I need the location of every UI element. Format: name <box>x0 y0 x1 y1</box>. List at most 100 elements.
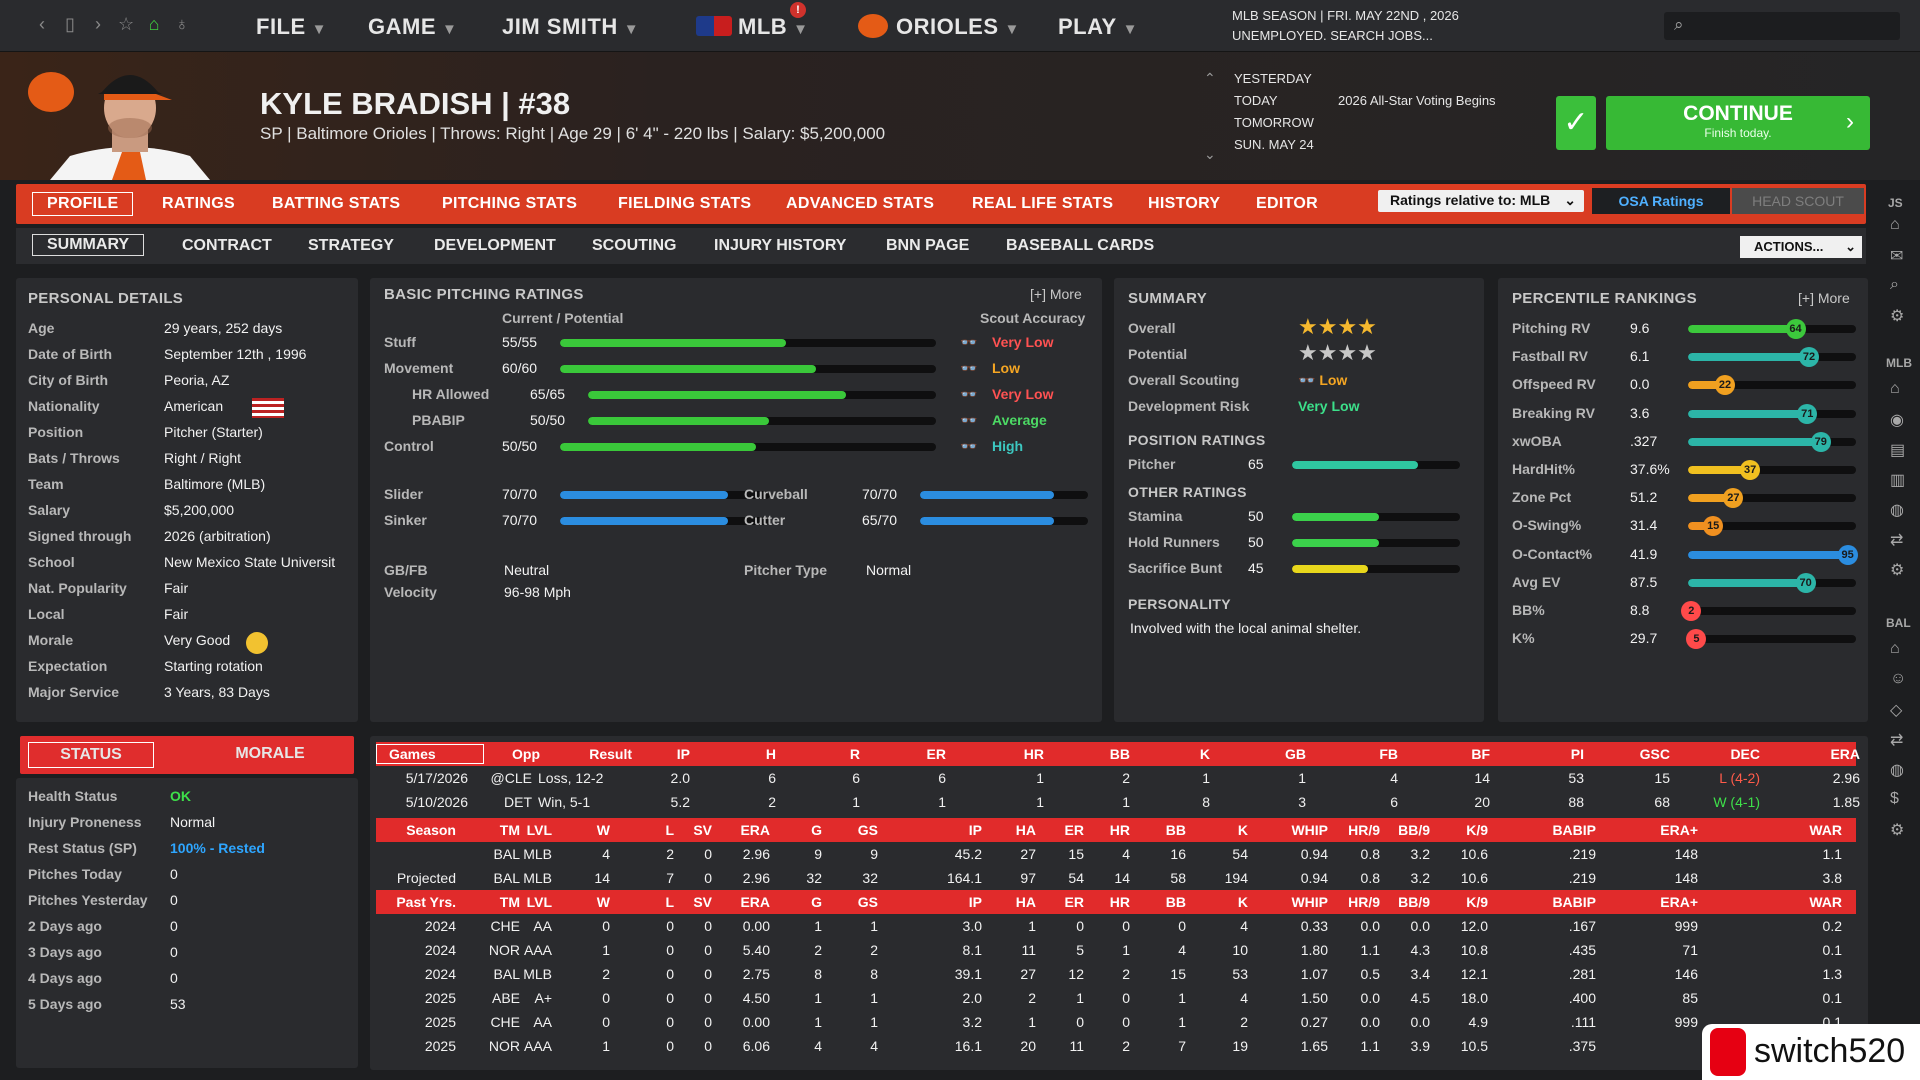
ratings-relative-select[interactable]: Ratings relative to: MLB ⌄ <box>1378 190 1584 212</box>
tab-status[interactable]: STATUS <box>28 742 154 768</box>
tab-advanced-stats[interactable]: ADVANCED STATS <box>786 195 934 213</box>
chart-icon[interactable]: ▥ <box>1890 470 1905 490</box>
home-icon[interactable]: ⌂ <box>1890 640 1900 658</box>
people-icon[interactable]: ☺ <box>1890 670 1906 688</box>
date-yesterday[interactable]: YESTERDAY <box>1234 68 1314 90</box>
tab-summary[interactable]: SUMMARY <box>32 234 145 256</box>
menu-game[interactable]: GAME ▼ <box>368 14 457 40</box>
diamond-icon[interactable]: ◇ <box>1890 700 1902 720</box>
tab-real-life-stats[interactable]: REAL LIFE STATS <box>972 195 1113 213</box>
detail-label: Team <box>28 476 64 492</box>
past-cell: .167 <box>1568 918 1596 934</box>
head-scout-button[interactable]: HEAD SCOUT <box>1732 188 1864 214</box>
location-icon[interactable]: ◉ <box>1890 410 1904 430</box>
more-link[interactable]: [+] More <box>1030 286 1082 302</box>
chevron-up-icon[interactable]: ⌃ <box>1204 70 1216 87</box>
tab-profile[interactable]: PROFILE <box>32 192 134 216</box>
confirm-check-button[interactable]: ✓ <box>1556 96 1596 150</box>
tab-editor[interactable]: EDITOR <box>1256 195 1318 213</box>
menu-team[interactable]: ORIOLES ▼ <box>858 14 1020 40</box>
gear-icon[interactable]: ⚙ <box>1890 820 1904 840</box>
transfer-icon[interactable]: ⇄ <box>1890 730 1903 750</box>
osa-ratings-button[interactable]: OSA Ratings <box>1592 188 1730 214</box>
percentile-label: K% <box>1512 630 1535 647</box>
past-cell: 0.1 <box>1822 942 1842 958</box>
continue-button[interactable]: CONTINUE Finish today. › <box>1606 96 1870 150</box>
dollar-icon[interactable]: $ <box>1890 790 1899 808</box>
binoculars-icon: 👓 <box>960 412 978 428</box>
actions-dropdown[interactable]: ACTIONS... ⌄ <box>1740 236 1862 258</box>
past-cell: 18.0 <box>1460 990 1488 1006</box>
menu-manager[interactable]: JIM SMITH ▼ <box>502 14 639 40</box>
detail-value: Fair <box>164 580 189 596</box>
past-col-header: BB <box>1165 894 1186 910</box>
pitch-bar-fill <box>920 491 1055 499</box>
tab-batting-stats[interactable]: BATTING STATS <box>272 195 400 213</box>
baseball-icon[interactable]: ◍ <box>1890 760 1904 780</box>
games-col-header: R <box>849 746 860 762</box>
home-icon[interactable]: ⌂ <box>1890 216 1900 234</box>
date-tomorrow[interactable]: TOMORROW <box>1234 112 1314 134</box>
tab-injury-history[interactable]: INJURY HISTORY <box>714 237 846 255</box>
percentile-marker: 95 <box>1837 544 1858 565</box>
tab-pitching-stats[interactable]: PITCHING STATS <box>442 195 577 213</box>
back-icon[interactable]: ‹ <box>34 14 50 35</box>
date-sun[interactable]: SUN. MAY 24 <box>1234 134 1314 156</box>
games-col-header: PI <box>1570 746 1584 762</box>
tab-bnn-page[interactable]: BNN PAGE <box>886 237 969 255</box>
pitch-bar <box>560 491 770 499</box>
gear-icon[interactable]: ⚙ <box>1890 560 1904 580</box>
detail-value: 3 Years, 83 Days <box>164 684 270 700</box>
ratings-select-value: Ratings relative to: MLB <box>1390 192 1551 208</box>
tab-fielding-stats[interactable]: FIELDING STATS <box>618 195 751 213</box>
games-cell: W (4-1) <box>1713 794 1760 810</box>
menu-mlb[interactable]: MLB ▼ <box>696 14 809 40</box>
tab-scouting[interactable]: SCOUTING <box>592 237 676 255</box>
rating-bar <box>588 417 936 425</box>
more-link[interactable]: [+] More <box>1798 290 1850 306</box>
season-status[interactable]: MLB SEASON | FRI. MAY 22ND , 2026 UNEMPL… <box>1232 6 1459 46</box>
chevron-down-icon: ▼ <box>623 21 640 38</box>
transfer-icon[interactable]: ⇄ <box>1890 530 1903 550</box>
games-select[interactable]: Games <box>376 744 484 764</box>
baseball-icon[interactable]: ◍ <box>1890 500 1904 520</box>
home-icon[interactable]: ⌂ <box>146 14 162 35</box>
percentile-bar-fill <box>1688 409 1808 418</box>
device-icon[interactable]: ▯ <box>62 14 78 35</box>
news-icon[interactable]: ▤ <box>1890 440 1905 460</box>
tab-baseball-cards[interactable]: BASEBALL CARDS <box>1006 237 1154 255</box>
binoculars-icon: 👓 <box>960 360 978 376</box>
status-value: OK <box>170 788 191 804</box>
tab-development[interactable]: DEVELOPMENT <box>434 237 556 255</box>
tab-history[interactable]: HISTORY <box>1148 195 1220 213</box>
past-col-header: WAR <box>1809 894 1842 910</box>
tab-strategy[interactable]: STRATEGY <box>308 237 394 255</box>
tab-morale[interactable]: MORALE <box>200 742 340 768</box>
chevron-down-icon[interactable]: ⌄ <box>1204 146 1216 163</box>
percentile-label: Avg EV <box>1512 573 1561 590</box>
mail-icon[interactable]: ✉ <box>1890 246 1903 266</box>
menu-file[interactable]: FILE ▼ <box>256 14 327 40</box>
rating-value: 50/50 <box>530 412 566 428</box>
date-today[interactable]: TODAY <box>1234 90 1314 112</box>
games-col-header: GSC <box>1639 746 1670 762</box>
rating-label: HR Allowed <box>412 386 490 402</box>
star-icon[interactable]: ☆ <box>118 14 134 35</box>
percentile-value: 0.0 <box>1630 376 1650 393</box>
lightbulb-icon[interactable]: ♁ <box>174 14 190 35</box>
other-bar-fill <box>1292 513 1380 521</box>
detail-value: New Mexico State Universit <box>164 554 336 570</box>
percentile-value: 51.2 <box>1630 489 1658 506</box>
tab-ratings[interactable]: RATINGS <box>162 195 235 213</box>
gear-icon[interactable]: ⚙ <box>1890 306 1904 326</box>
search-icon[interactable]: ⌕ <box>1890 276 1899 294</box>
percentile-label: HardHit% <box>1512 461 1576 477</box>
home-icon[interactable]: ⌂ <box>1890 380 1900 398</box>
detail-label: Morale <box>28 632 74 648</box>
menu-play[interactable]: PLAY ▼ <box>1058 14 1138 40</box>
dev-risk-value: Very Low <box>1298 398 1360 414</box>
search-input[interactable]: ⌕ <box>1664 12 1900 40</box>
tab-contract[interactable]: CONTRACT <box>182 237 272 255</box>
forward-icon[interactable]: › <box>90 14 106 35</box>
continue-sublabel: Finish today. <box>1704 126 1772 140</box>
